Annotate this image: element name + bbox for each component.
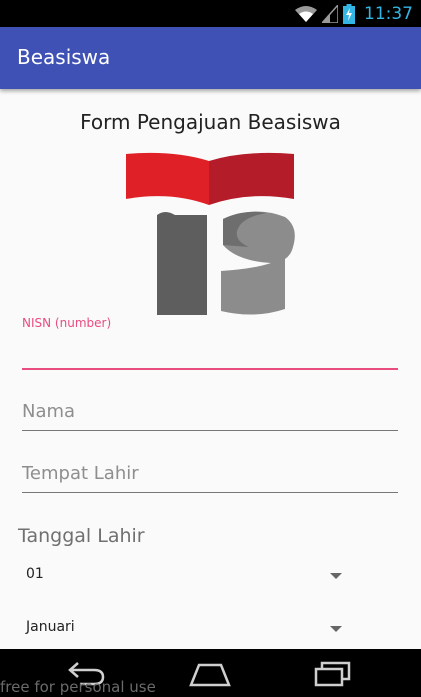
month-value: Januari <box>26 619 75 635</box>
nama-placeholder: Nama <box>22 401 76 422</box>
nama-field[interactable]: Nama <box>22 395 398 431</box>
home-icon[interactable] <box>189 659 231 687</box>
recents-icon[interactable] <box>314 659 352 687</box>
clock: 11:37 <box>364 4 413 24</box>
tanggal-lahir-label: Tanggal Lahir <box>18 525 145 547</box>
nisn-label: NISN (number) <box>22 316 112 330</box>
signal-icon <box>322 5 338 23</box>
app-bar: Beasiswa <box>0 27 421 89</box>
month-spinner[interactable]: Januari <box>22 614 342 644</box>
day-dropdown-arrow-icon <box>330 573 342 579</box>
tempat-lahir-underline <box>22 492 398 493</box>
status-bar: 11:37 <box>0 0 421 27</box>
wifi-icon <box>295 6 317 22</box>
tempat-lahir-field[interactable]: Tempat Lahir <box>22 457 398 493</box>
tempat-lahir-placeholder: Tempat Lahir <box>22 463 139 484</box>
month-dropdown-arrow-icon <box>330 626 342 632</box>
day-spinner[interactable]: 01 <box>22 561 342 591</box>
form-content: Form Pengajuan Beasiswa NISN (number) Na… <box>0 89 421 649</box>
school-logo <box>126 152 295 315</box>
nisn-field[interactable]: NISN (number) <box>22 316 398 370</box>
status-icons: 11:37 <box>295 3 413 25</box>
nisn-underline <box>22 368 398 370</box>
watermark-text: free for personal use <box>0 678 156 696</box>
form-title: Form Pengajuan Beasiswa <box>80 110 341 134</box>
nama-underline <box>22 430 398 431</box>
app-title: Beasiswa <box>17 45 111 69</box>
battery-charging-icon <box>343 4 355 24</box>
day-value: 01 <box>26 566 44 582</box>
